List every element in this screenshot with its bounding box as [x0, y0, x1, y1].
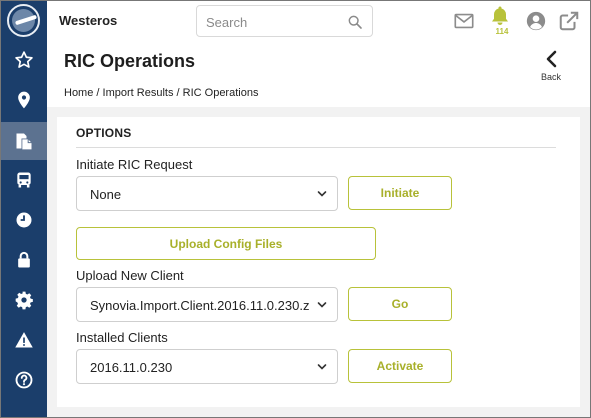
bus-icon — [16, 172, 31, 188]
mail-icon — [454, 13, 474, 29]
initiate-ric-select[interactable]: None — [76, 176, 338, 211]
chevron-left-icon — [546, 50, 557, 68]
breadcrumb-separator: / — [96, 87, 100, 99]
options-panel: OPTIONS Initiate RIC Request None Initia… — [57, 117, 580, 407]
back-label: Back — [540, 72, 561, 82]
chevron-down-icon — [317, 364, 327, 370]
sidebar-item-locations[interactable] — [0, 81, 47, 119]
external-link-icon — [559, 11, 579, 31]
page-title: RIC Operations — [64, 51, 196, 71]
breadcrumb-home[interactable]: Home — [64, 87, 93, 99]
sidebar-item-help[interactable] — [0, 361, 47, 399]
brand-name: Westeros — [59, 13, 118, 28]
lock-icon — [17, 252, 30, 268]
search-input[interactable] — [206, 13, 336, 31]
search-icon[interactable] — [347, 14, 363, 30]
external-link-button[interactable] — [557, 9, 581, 33]
initiate-ric-label: Initiate RIC Request — [76, 157, 193, 172]
mail-button[interactable] — [452, 9, 476, 33]
back-button[interactable]: Back — [533, 50, 569, 92]
upload-client-value: Synovia.Import.Client.2016.11.0.230.zip — [90, 298, 310, 313]
upload-client-select[interactable]: Synovia.Import.Client.2016.11.0.230.zip — [76, 287, 338, 322]
chevron-down-icon — [317, 302, 327, 308]
documents-icon — [16, 133, 31, 150]
initiate-button[interactable]: Initiate — [348, 176, 452, 210]
star-icon — [14, 51, 33, 68]
sidebar-item-transport[interactable] — [0, 161, 47, 199]
gear-icon — [15, 291, 33, 310]
warning-icon — [14, 332, 33, 348]
breadcrumb-current: RIC Operations — [182, 87, 259, 99]
upload-new-client-label: Upload New Client — [76, 268, 184, 283]
breadcrumb-import-results[interactable]: Import Results — [103, 87, 174, 99]
breadcrumb: Home / Import Results / RIC Operations — [64, 87, 258, 99]
installed-clients-label: Installed Clients — [76, 330, 168, 345]
sidebar-item-history[interactable] — [0, 201, 47, 239]
help-icon — [15, 371, 32, 389]
user-icon — [526, 11, 546, 31]
notifications-button[interactable] — [488, 4, 512, 28]
upload-config-files-button[interactable]: Upload Config Files — [76, 227, 376, 260]
chevron-down-icon — [317, 191, 327, 197]
top-bar: Westeros 114 — [47, 0, 591, 42]
bell-icon — [492, 6, 508, 25]
sidebar-item-alerts[interactable] — [0, 321, 47, 359]
installed-clients-select[interactable]: 2016.11.0.230 — [76, 349, 338, 384]
notification-count: 114 — [495, 27, 509, 36]
sidebar-item-favorites[interactable] — [0, 41, 47, 79]
map-pin-icon — [17, 91, 30, 109]
initiate-ric-value: None — [90, 187, 122, 202]
sidebar-item-security[interactable] — [0, 241, 47, 279]
clock-icon — [16, 212, 31, 228]
page-header: RIC Operations Home / Import Results / R… — [47, 42, 591, 107]
activate-button[interactable]: Activate — [348, 349, 452, 383]
installed-clients-value: 2016.11.0.230 — [90, 360, 173, 375]
breadcrumb-separator: / — [176, 87, 180, 99]
section-title: OPTIONS — [76, 126, 132, 140]
search-box[interactable] — [196, 5, 373, 37]
section-divider — [76, 147, 556, 148]
profile-button[interactable] — [524, 9, 548, 33]
sidebar — [0, 0, 47, 418]
sidebar-item-settings[interactable] — [0, 281, 47, 319]
go-button[interactable]: Go — [348, 287, 452, 321]
sidebar-item-documents[interactable] — [0, 122, 47, 160]
app-logo[interactable] — [7, 4, 40, 37]
